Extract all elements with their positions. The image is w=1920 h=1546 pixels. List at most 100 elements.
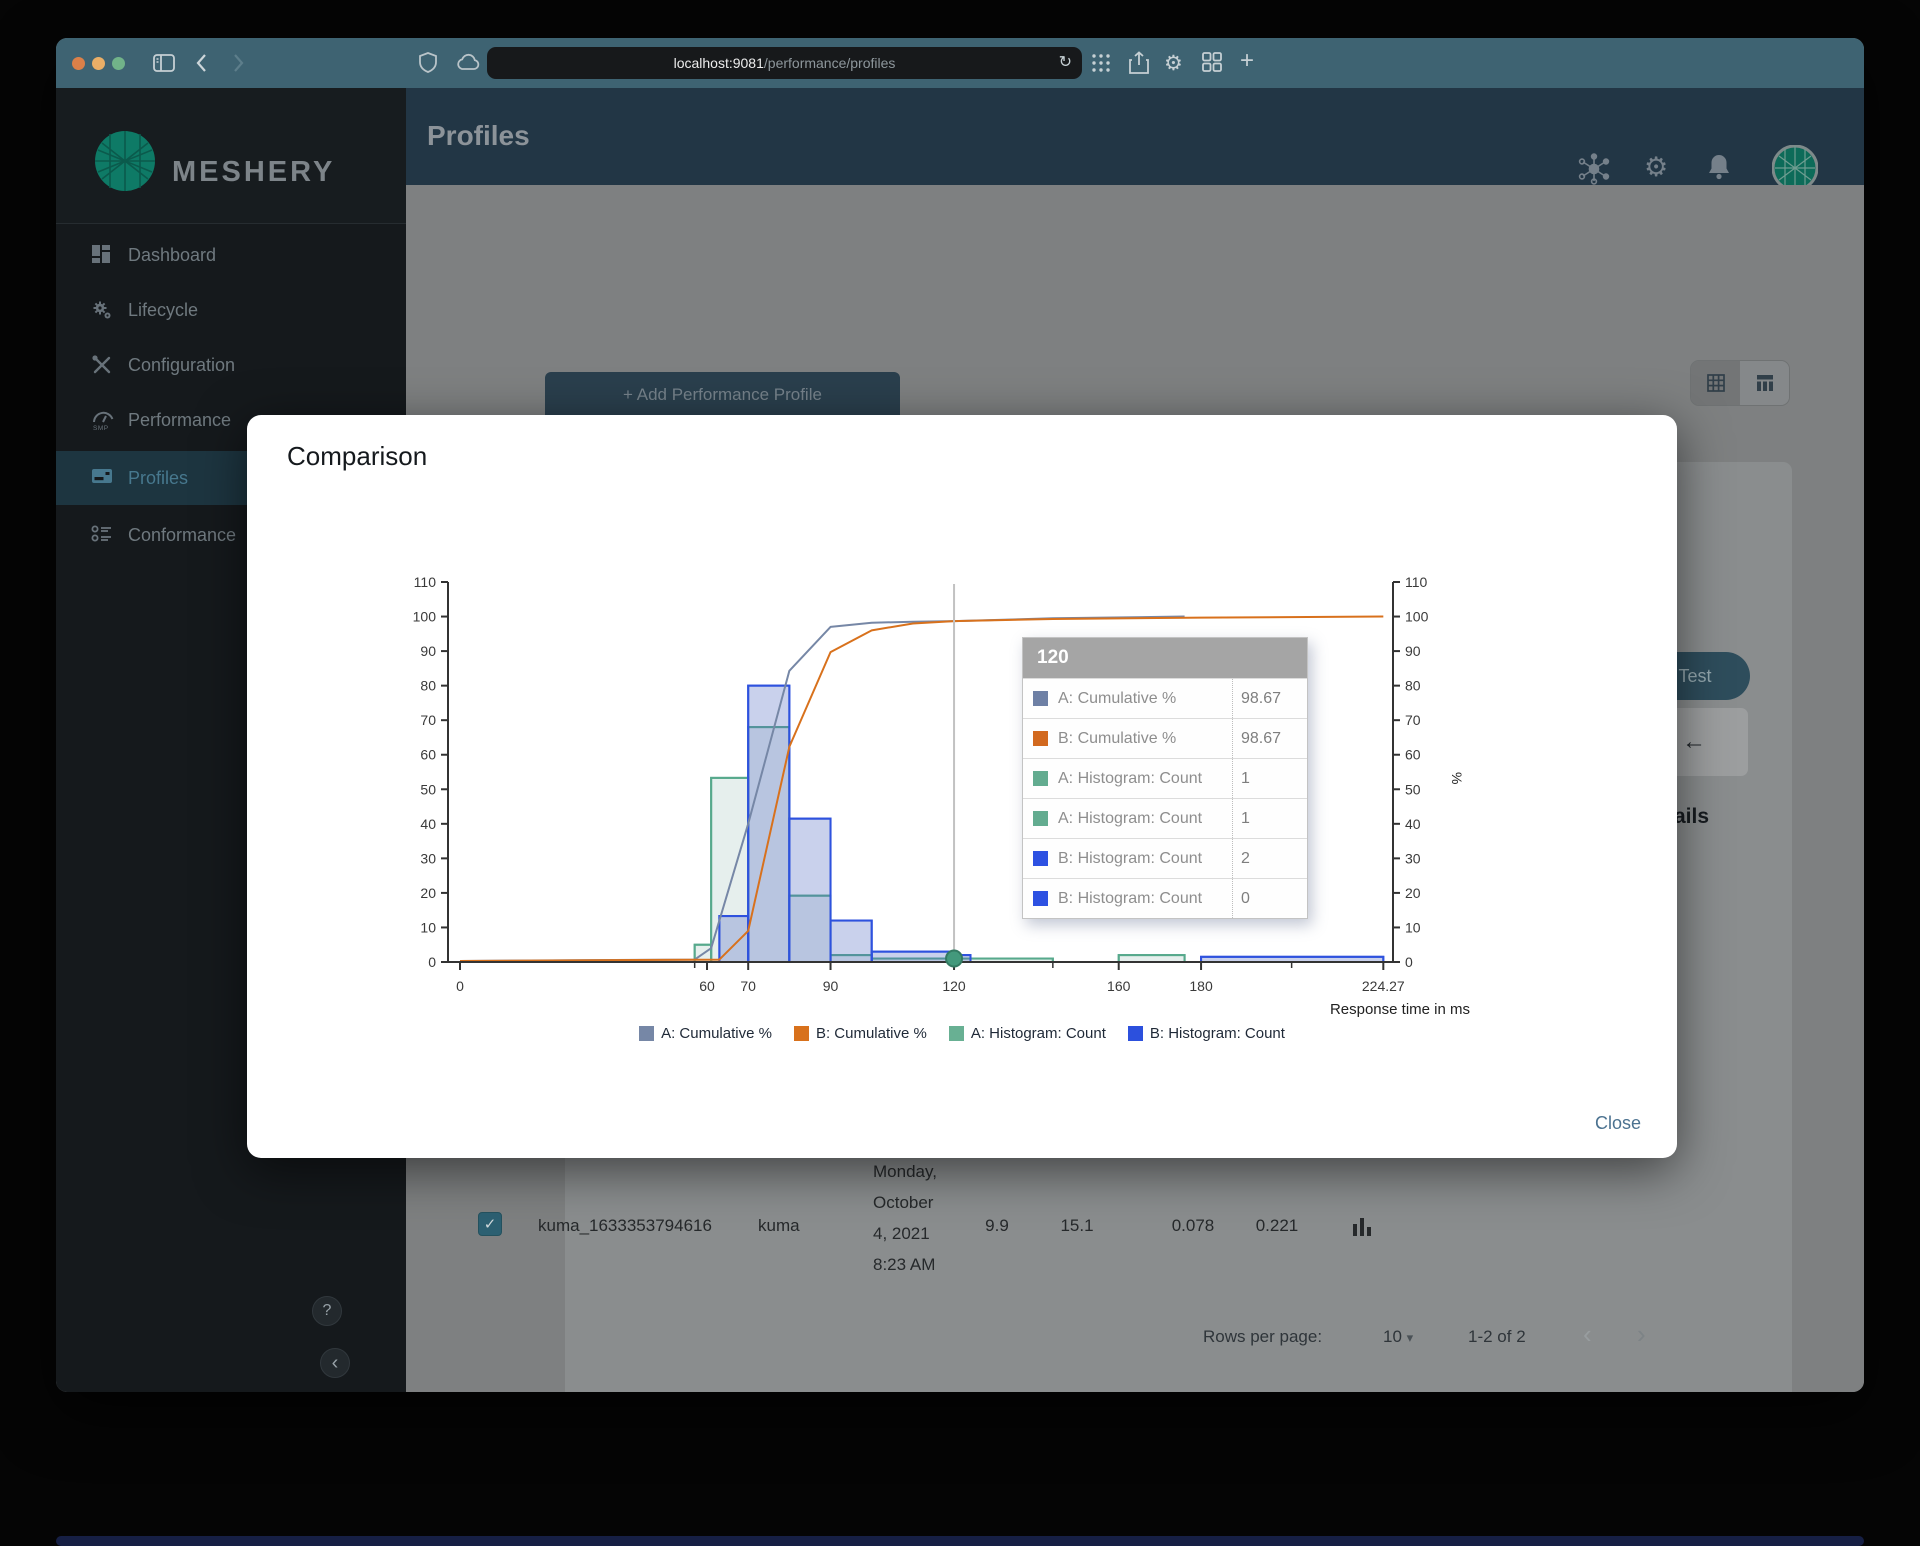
hover-dot <box>945 949 964 968</box>
row-name-cell[interactable]: kuma_1633353794616 <box>538 1216 712 1236</box>
back-arrow-icon: ← <box>1682 728 1706 755</box>
notifications-bell-icon[interactable] <box>1705 152 1733 187</box>
x-tick-label: 60 <box>699 978 715 994</box>
legend-item[interactable]: A: Histogram: Count <box>948 1025 1106 1042</box>
x-tick-label: 0 <box>456 978 464 994</box>
legend-swatch <box>639 1025 655 1041</box>
row-chart-icon[interactable] <box>1352 1214 1372 1245</box>
performance-icon: SMP <box>90 408 114 432</box>
comparison-chart[interactable]: 0 0 10 10 20 20 30 30 40 40 50 50 60 60 70 70 80 80 90 90 10… <box>360 555 1510 1025</box>
chart-tooltip: 120 A: Cumulative % 98.67 B: Cumulative % 9… <box>1022 637 1308 919</box>
tooltip-swatch <box>1033 851 1048 866</box>
x-tick-label: 90 <box>823 978 839 994</box>
y-axis-right-title: % <box>1449 772 1465 784</box>
x-tick-label: 224.27 <box>1362 978 1405 994</box>
profiles-icon <box>90 466 114 490</box>
next-page-button[interactable]: › <box>1637 1319 1646 1350</box>
tab-overview-icon[interactable] <box>1201 51 1223 73</box>
chart-legend: A: Cumulative % B: Cumulative % A: Histogr… <box>247 1016 1677 1050</box>
new-tab-icon[interactable]: + <box>1240 47 1254 75</box>
browser-toolbar: localhost:9081/performance/profiles ↻ ⚙ … <box>56 38 1864 88</box>
sidebar-toggle-icon[interactable] <box>151 50 177 76</box>
y-tick-label: 110 <box>1405 574 1428 590</box>
settings-gear-icon[interactable]: ⚙ <box>1644 152 1668 183</box>
reload-icon[interactable]: ↻ <box>1059 52 1072 72</box>
sidebar-item-label: Configuration <box>128 354 236 375</box>
histogram-bar <box>829 919 873 964</box>
help-button[interactable]: ? <box>312 1296 342 1326</box>
chevron-down-icon: ▾ <box>1406 1330 1414 1345</box>
sidebar-collapse-button[interactable]: ‹ <box>320 1348 350 1378</box>
tooltip-swatch <box>1033 771 1048 786</box>
back-button[interactable] <box>192 52 214 74</box>
row-date-cell: Monday, October 4, 2021 8:23 AM <box>873 1162 937 1274</box>
tooltip-row: B: Histogram: Count 0 <box>1023 878 1307 918</box>
row-mesh-cell: kuma <box>758 1216 800 1235</box>
sidebar-item-label: Conformance <box>128 524 237 545</box>
x-tick-label: 180 <box>1189 978 1213 994</box>
y-tick-label: 100 <box>1405 609 1429 625</box>
row-checkbox[interactable]: ✓ <box>478 1212 502 1236</box>
close-window-button[interactable] <box>72 57 85 70</box>
tooltip-header: 120 <box>1023 638 1307 678</box>
tooltip-row: B: Histogram: Count 2 <box>1023 838 1307 878</box>
comparison-modal: Comparison 0 0 10 10 20 20 30 30 40 40 50 50 60 60 70 7… <box>247 415 1677 1158</box>
y-tick-label: 70 <box>420 712 436 728</box>
row-p50-cell: 0.078 <box>1171 1216 1215 1235</box>
tooltip-row: B: Cumulative % 98.67 <box>1023 718 1307 758</box>
legend-item[interactable]: B: Cumulative % <box>793 1025 927 1042</box>
y-tick-label: 50 <box>1405 781 1421 797</box>
dock-strip <box>56 1536 1864 1546</box>
sidebar-item-label: Performance <box>128 409 232 430</box>
sidebar-item-dashboard[interactable]: Dashboard <box>56 228 406 282</box>
y-tick-label: 10 <box>1405 919 1421 935</box>
x-tick-label: 70 <box>740 978 756 994</box>
meshery-logo-icon <box>94 130 156 197</box>
grid-view-toggle[interactable] <box>1691 361 1740 405</box>
cloud-icon[interactable] <box>454 50 482 76</box>
y-tick-label: 60 <box>1405 747 1421 763</box>
sidebar-item-label: Dashboard <box>128 244 217 265</box>
brand-row[interactable]: MESHERY <box>56 88 406 224</box>
lifecycle-icon <box>90 298 114 322</box>
close-button[interactable]: Close <box>1585 1105 1651 1142</box>
row-p99-cell: 0.221 <box>1255 1216 1299 1235</box>
details-heading-partial: ails <box>1674 805 1710 828</box>
histogram-bar <box>788 817 832 963</box>
svg-text:SMP: SMP <box>93 425 109 432</box>
histogram-bar <box>870 950 956 963</box>
modal-title: Comparison <box>287 441 428 471</box>
histogram-bar <box>1117 954 1186 964</box>
y-tick-label: 80 <box>420 678 436 694</box>
y-tick-label: 70 <box>1405 712 1421 728</box>
x-tick-label: 160 <box>1107 978 1131 994</box>
tooltip-row: A: Cumulative % 98.67 <box>1023 678 1307 718</box>
row-duration-cell: 15.1 <box>1060 1216 1094 1235</box>
zoom-window-button[interactable] <box>112 57 125 70</box>
browser-settings-gear-icon[interactable]: ⚙ <box>1164 51 1183 76</box>
extensions-grid-icon[interactable] <box>1090 52 1112 74</box>
url-bar[interactable]: localhost:9081/performance/profiles ↻ <box>487 47 1082 79</box>
sidebar-item-lifecycle[interactable]: Lifecycle <box>56 283 406 337</box>
y-tick-label: 60 <box>420 747 436 763</box>
tooltip-row: A: Histogram: Count 1 <box>1023 798 1307 838</box>
sidebar-item-label: Profiles <box>128 467 189 488</box>
legend-swatch <box>948 1025 964 1041</box>
legend-swatch <box>793 1025 809 1041</box>
y-tick-label: 110 <box>414 574 437 590</box>
dashboard-icon <box>90 243 114 267</box>
forward-button[interactable] <box>226 52 248 74</box>
legend-item[interactable]: A: Cumulative % <box>639 1025 772 1042</box>
rows-per-page-select[interactable]: 10 ▾ <box>1383 1327 1413 1347</box>
shield-icon[interactable] <box>416 51 440 75</box>
y-tick-label: 100 <box>413 609 437 625</box>
y-tick-label: 40 <box>1405 816 1421 832</box>
share-icon[interactable] <box>1127 50 1151 76</box>
y-tick-label: 40 <box>420 816 436 832</box>
legend-item[interactable]: B: Histogram: Count <box>1127 1025 1285 1042</box>
minimize-window-button[interactable] <box>92 57 105 70</box>
y-tick-label: 10 <box>420 919 436 935</box>
previous-page-button[interactable]: ‹ <box>1583 1319 1592 1350</box>
table-view-toggle[interactable] <box>1740 361 1789 405</box>
sidebar-item-configuration[interactable]: Configuration <box>56 338 406 392</box>
